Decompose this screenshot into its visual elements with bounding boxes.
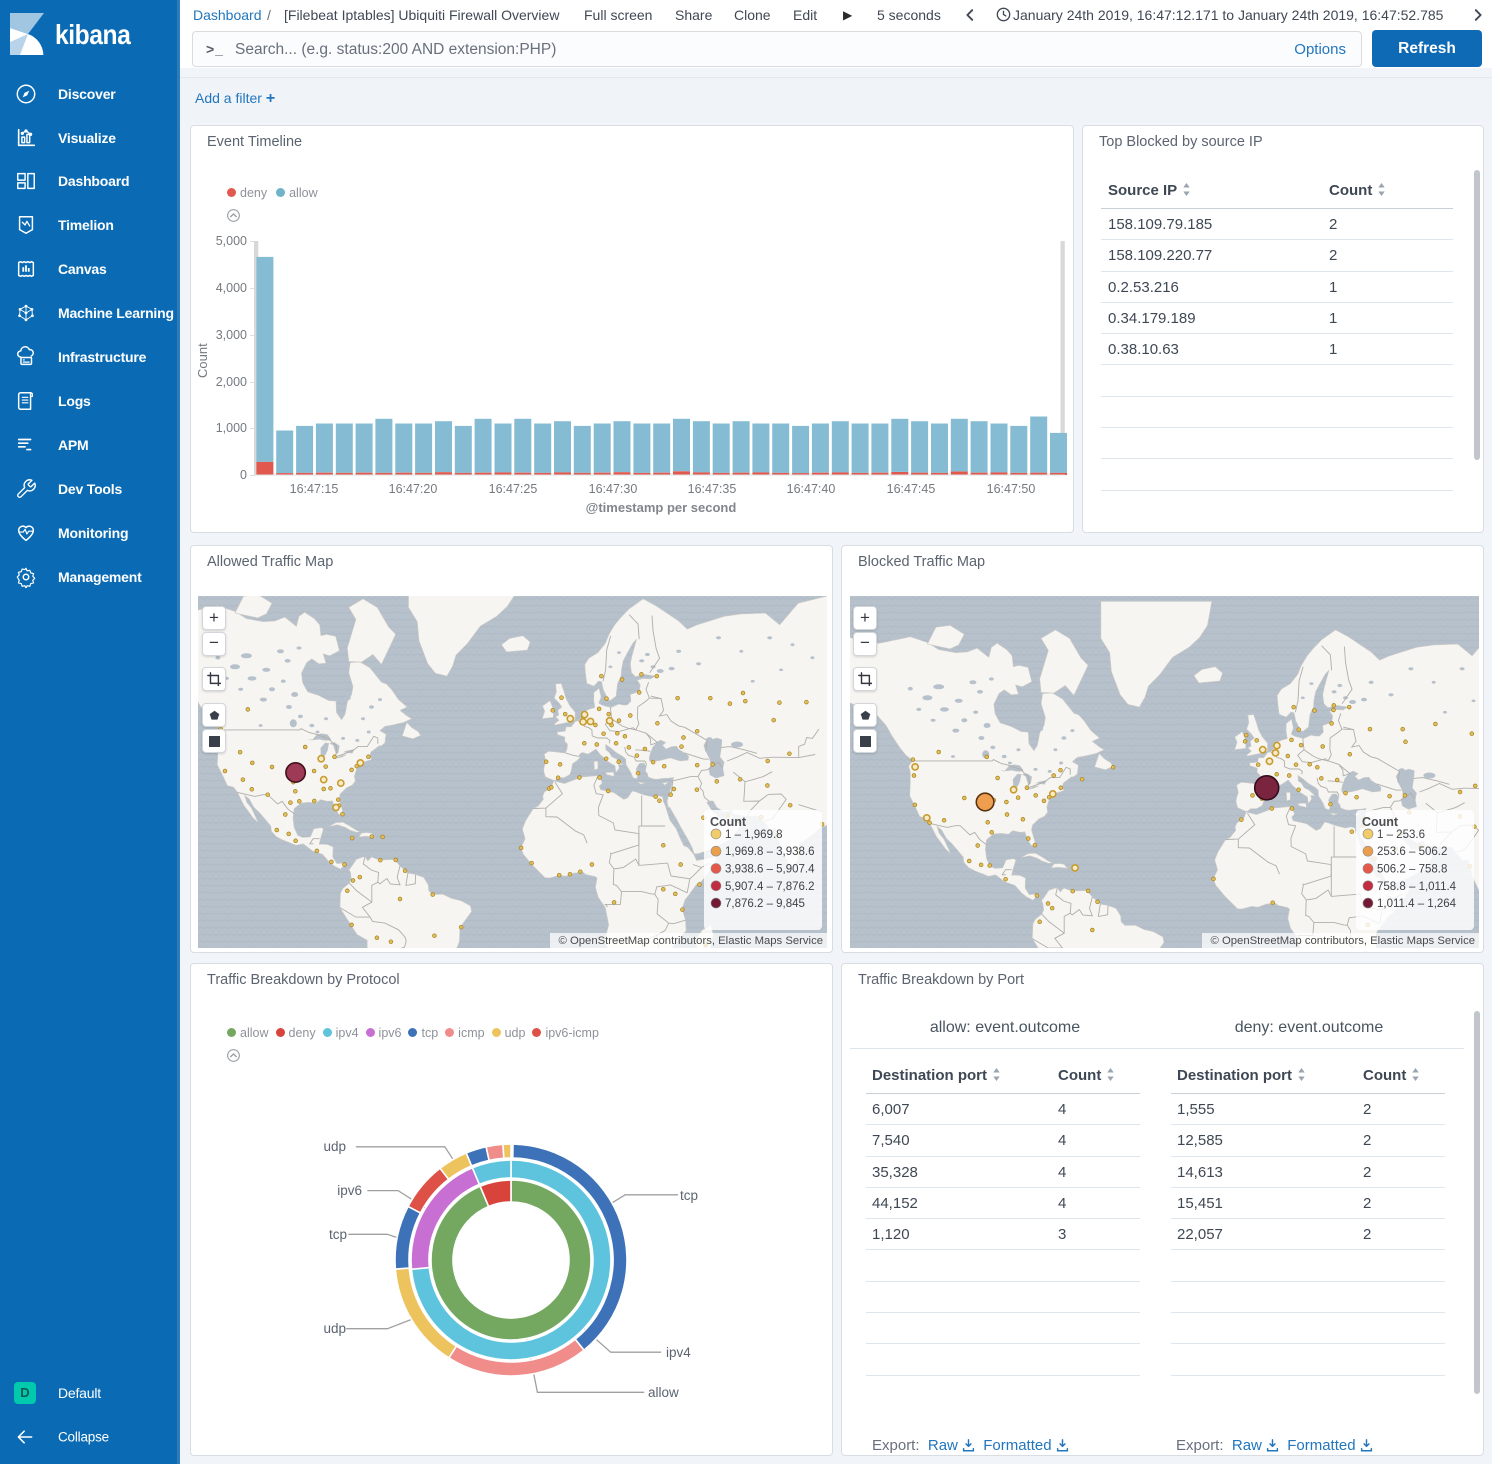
svg-text:Count: Count bbox=[1362, 815, 1399, 829]
svg-text:3,938.6 – 5,907.4: 3,938.6 – 5,907.4 bbox=[725, 864, 815, 876]
svg-text:506.2 – 758.8: 506.2 – 758.8 bbox=[1377, 864, 1447, 876]
svg-text:7,876.2 – 9,845: 7,876.2 – 9,845 bbox=[725, 898, 805, 910]
svg-text:Count: Count bbox=[710, 815, 747, 829]
svg-text:5,907.4 – 7,876.2: 5,907.4 – 7,876.2 bbox=[725, 881, 815, 893]
svg-text:© OpenStreetMap contributors,: © OpenStreetMap contributors, Elastic Ma… bbox=[559, 935, 824, 947]
svg-text:© OpenStreetMap contributors,: © OpenStreetMap contributors, Elastic Ma… bbox=[1211, 935, 1476, 947]
svg-text:758.8 – 1,011.4: 758.8 – 1,011.4 bbox=[1377, 881, 1457, 893]
svg-text:1,969.8 – 3,938.6: 1,969.8 – 3,938.6 bbox=[725, 846, 815, 858]
svg-text:1 – 1,969.8: 1 – 1,969.8 bbox=[725, 829, 783, 841]
svg-text:1,011.4 – 1,264: 1,011.4 – 1,264 bbox=[1377, 898, 1457, 910]
svg-text:1 – 253.6: 1 – 253.6 bbox=[1377, 829, 1425, 841]
svg-text:253.6 – 506.2: 253.6 – 506.2 bbox=[1377, 846, 1447, 858]
